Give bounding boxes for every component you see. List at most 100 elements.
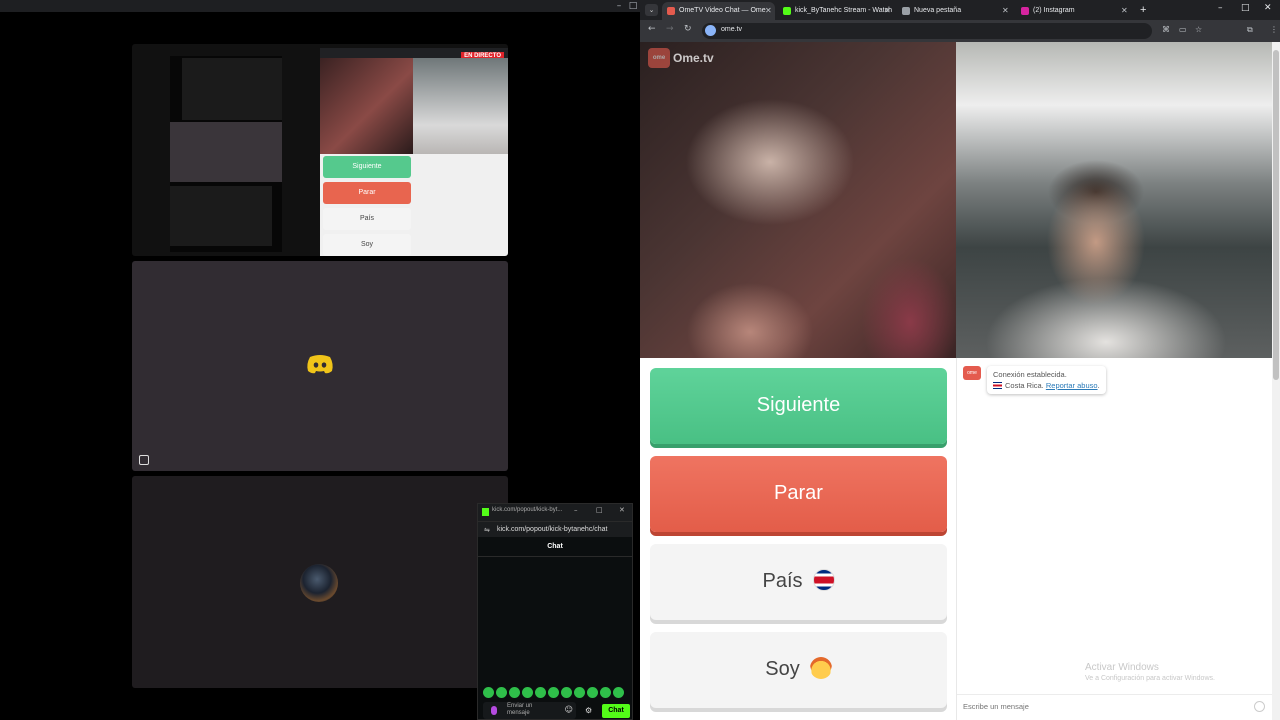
emote-icon[interactable] bbox=[600, 687, 611, 698]
cast-icon[interactable]: ▭ bbox=[1179, 25, 1187, 34]
globe-icon bbox=[902, 7, 910, 15]
maximize-icon[interactable]: □ bbox=[626, 0, 640, 12]
watermark-title: Activar Windows bbox=[1085, 662, 1159, 673]
emote-icon[interactable] bbox=[509, 687, 520, 698]
tab-new-tab[interactable]: Nueva pestaña ✕ bbox=[897, 2, 1013, 20]
local-video bbox=[956, 42, 1272, 358]
discord-participant-tile[interactable] bbox=[132, 261, 508, 471]
maximize-icon[interactable]: □ bbox=[596, 506, 603, 514]
ometv-logo-icon: ome bbox=[648, 48, 670, 68]
forward-icon[interactable]: → bbox=[666, 24, 674, 34]
report-abuse-link[interactable]: Reportar abuso bbox=[1046, 381, 1098, 390]
menu-icon[interactable]: ⋮ bbox=[1270, 25, 1278, 34]
tab-instagram[interactable]: (2) Instagram ✕ bbox=[1016, 2, 1132, 20]
mini-stop-button: Parar bbox=[323, 182, 411, 204]
ometv-logo-text: Ome.tv bbox=[673, 51, 714, 65]
country-button-label: País bbox=[762, 570, 803, 592]
watermark-subtitle: Ve a Configuración para activar Windows. bbox=[1085, 675, 1215, 682]
kick-message-input[interactable]: Enviar un mensaje ☺ bbox=[483, 702, 576, 719]
kick-url-bar: ⇋ kick.com/popout/kick-bytanehc/chat bbox=[478, 521, 632, 537]
country-name: Costa Rica. bbox=[1005, 381, 1044, 390]
mini-local-video bbox=[413, 58, 508, 154]
tab-strip: ⌄ OmeTV Video Chat — Ome ✕ kick_ByTanehc… bbox=[640, 0, 1280, 20]
system-message: Conexión establecida. Costa Rica. Report… bbox=[987, 366, 1106, 394]
close-icon[interactable]: ✕ bbox=[1002, 2, 1009, 20]
chat-input-bar bbox=[957, 694, 1273, 720]
next-button[interactable]: Siguiente bbox=[650, 368, 947, 444]
tab-search-icon[interactable]: ⌄ bbox=[645, 4, 658, 16]
mini-screens-preview bbox=[182, 58, 282, 120]
url-text: ome.tv bbox=[721, 26, 743, 33]
gender-button-label: Soy bbox=[765, 658, 800, 680]
translate-icon[interactable]: ⌘ bbox=[1162, 25, 1170, 34]
mini-gender-button: Soy bbox=[323, 234, 411, 256]
kick-window-title: kick.com/popout/kick-byt... bbox=[492, 507, 563, 513]
tab-ometv[interactable]: OmeTV Video Chat — Ome ✕ bbox=[662, 2, 775, 20]
reload-icon[interactable]: ↻ bbox=[684, 24, 692, 34]
tab-label: Nueva pestaña bbox=[914, 7, 962, 14]
emoji-icon[interactable] bbox=[1254, 701, 1265, 712]
minimize-icon[interactable]: – bbox=[612, 0, 626, 12]
minimize-icon[interactable]: – bbox=[574, 506, 578, 514]
new-tab-button[interactable]: + bbox=[1140, 3, 1146, 17]
tab-label: kick_ByTanehc Stream - Watch bbox=[795, 7, 892, 14]
send-chat-button[interactable]: Chat bbox=[602, 704, 630, 718]
address-bar[interactable]: ome.tv bbox=[702, 23, 1152, 39]
emoji-icon[interactable]: ☺ bbox=[565, 705, 573, 714]
site-settings-icon[interactable]: ⇋ bbox=[484, 526, 490, 534]
costa-rica-flag-icon bbox=[812, 568, 835, 591]
close-icon[interactable]: ✕ bbox=[619, 506, 625, 514]
maximize-icon[interactable]: □ bbox=[1241, 3, 1250, 13]
bookmark-star-icon[interactable]: ☆ bbox=[1195, 25, 1202, 34]
minimize-icon[interactable]: – bbox=[1218, 3, 1223, 13]
gear-icon[interactable]: ⚙ bbox=[585, 706, 592, 715]
windows-activation-watermark: Activar Windows Ve a Configuración para … bbox=[1085, 662, 1215, 682]
scrollbar-thumb[interactable] bbox=[1273, 50, 1279, 380]
browser-toolbar: ← → ↻ ome.tv ⌘ ▭ ☆ ⧉ ⋮ bbox=[640, 20, 1280, 42]
emote-icon[interactable] bbox=[587, 687, 598, 698]
emote-icon[interactable] bbox=[574, 687, 585, 698]
close-icon[interactable]: ✕ bbox=[1121, 2, 1128, 20]
fullscreen-icon[interactable] bbox=[139, 455, 149, 465]
avatar-participant-tile[interactable] bbox=[132, 476, 508, 688]
mini-avatar-tile bbox=[170, 186, 272, 246]
emote-icon[interactable] bbox=[496, 687, 507, 698]
mic-icon[interactable] bbox=[491, 706, 497, 715]
emote-icon[interactable] bbox=[522, 687, 533, 698]
close-icon[interactable]: ✕ bbox=[1264, 3, 1272, 13]
stop-button[interactable]: Parar bbox=[650, 456, 947, 532]
close-icon[interactable]: ✕ bbox=[884, 2, 891, 20]
boy-emoji-icon bbox=[809, 656, 832, 679]
emote-icon[interactable] bbox=[483, 687, 494, 698]
site-info-icon[interactable] bbox=[705, 25, 716, 36]
chat-message-input[interactable] bbox=[963, 702, 1233, 711]
ometv-page: ome Ome.tv Siguiente Parar País Soy ome … bbox=[640, 42, 1273, 720]
emote-icon[interactable] bbox=[535, 687, 546, 698]
screen-share-tile[interactable]: EN DIRECTO Siguiente Parar País Soy bbox=[132, 44, 508, 256]
close-icon[interactable]: ✕ bbox=[765, 2, 772, 20]
kick-url[interactable]: kick.com/popout/kick-bytanehc/chat bbox=[497, 526, 608, 533]
page-scrollbar[interactable] bbox=[1272, 42, 1280, 720]
ometv-favicon-icon bbox=[667, 7, 675, 15]
stop-button-label: Parar bbox=[774, 482, 823, 504]
gender-button[interactable]: Soy bbox=[650, 632, 947, 708]
emote-icon[interactable] bbox=[548, 687, 559, 698]
tab-kick[interactable]: kick_ByTanehc Stream - Watch ✕ bbox=[778, 2, 896, 20]
avatar bbox=[300, 564, 338, 602]
left-titlebar: – □ bbox=[0, 0, 640, 12]
connection-status: Conexión establecida. bbox=[993, 370, 1067, 379]
country-button[interactable]: País bbox=[650, 544, 947, 620]
mini-discord-tile bbox=[170, 122, 282, 182]
emote-icon[interactable] bbox=[561, 687, 572, 698]
kick-logo-icon bbox=[482, 508, 489, 516]
extensions-icon[interactable]: ⧉ bbox=[1247, 25, 1253, 35]
discord-logo-icon bbox=[307, 355, 333, 374]
tab-label: (2) Instagram bbox=[1033, 7, 1075, 14]
kick-favicon-icon bbox=[783, 7, 791, 15]
kick-chat-header: Chat bbox=[478, 537, 632, 557]
emote-bar bbox=[483, 687, 629, 699]
emote-icon[interactable] bbox=[613, 687, 624, 698]
mini-remote-video bbox=[320, 58, 413, 154]
back-icon[interactable]: ← bbox=[648, 24, 656, 34]
tab-label: OmeTV Video Chat — Ome bbox=[679, 7, 766, 14]
